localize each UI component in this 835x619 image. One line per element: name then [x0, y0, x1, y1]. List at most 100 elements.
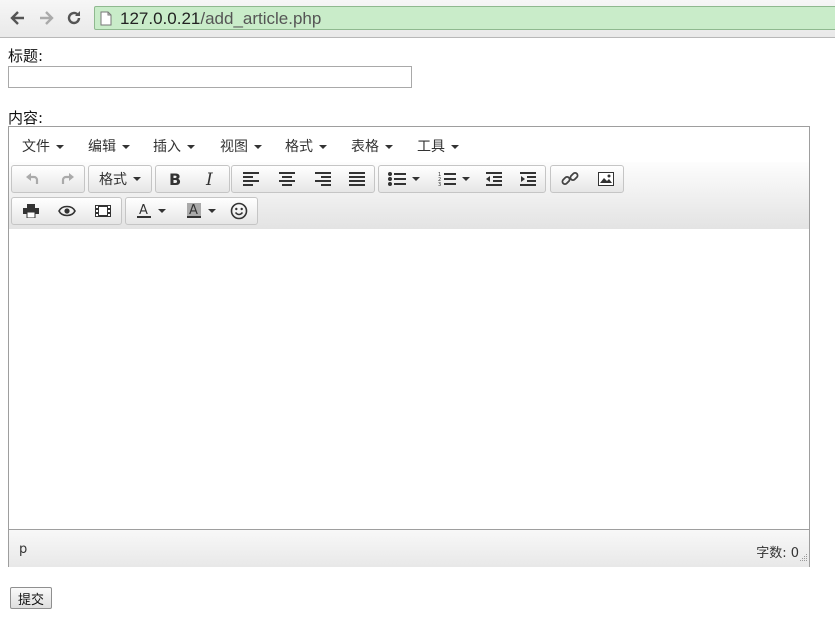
- svg-text:B: B: [169, 171, 181, 187]
- svg-text:I: I: [205, 171, 213, 187]
- menu-file-label: 文件: [22, 139, 50, 155]
- url-text: 127.0.0.21/add_article.php: [120, 9, 321, 29]
- menu-insert-label: 插入: [153, 139, 181, 155]
- chevron-down-icon: [319, 145, 327, 149]
- title-label: 标题:: [8, 47, 44, 65]
- editor-content-area[interactable]: [9, 229, 809, 529]
- url-path: /add_article.php: [200, 9, 322, 28]
- alignment-group: [231, 165, 375, 193]
- undo-button[interactable]: [16, 166, 50, 192]
- menu-table-label: 表格: [351, 139, 379, 155]
- word-count: 字数: 0: [756, 546, 799, 561]
- text-color-button[interactable]: A: [128, 198, 174, 224]
- chevron-down-icon: [56, 145, 64, 149]
- page-icon: [100, 11, 112, 30]
- chevron-down-icon: [254, 145, 262, 149]
- format-dropdown-label: 格式: [99, 172, 127, 188]
- numbered-list-button[interactable]: 123: [431, 166, 477, 192]
- bullet-list-button[interactable]: [381, 166, 427, 192]
- url-host: 127.0.0.21: [120, 9, 201, 28]
- history-group: [11, 165, 85, 193]
- media-button[interactable]: [86, 198, 120, 224]
- link-button[interactable]: [553, 166, 587, 192]
- menu-view[interactable]: 视图: [220, 136, 262, 156]
- menu-tools-label: 工具: [417, 139, 445, 155]
- format-dropdown-button[interactable]: 格式: [89, 166, 151, 192]
- preview-icon: [58, 205, 76, 217]
- back-icon[interactable]: [8, 8, 28, 28]
- bold-button[interactable]: B: [158, 166, 192, 192]
- reload-icon[interactable]: [64, 8, 84, 28]
- view-group: [11, 197, 122, 225]
- numbered-list-icon: 123: [438, 171, 456, 187]
- align-left-icon: [243, 172, 259, 186]
- chevron-down-icon: [208, 209, 216, 213]
- menu-format-label: 格式: [285, 139, 313, 155]
- editor-menubar: 文件 编辑 插入 视图 格式 表格 工具: [9, 127, 809, 163]
- menu-view-label: 视图: [220, 139, 248, 155]
- emoticons-icon: [230, 202, 248, 220]
- image-button[interactable]: [589, 166, 623, 192]
- menu-table[interactable]: 表格: [351, 136, 393, 156]
- menu-format[interactable]: 格式: [285, 136, 327, 156]
- chevron-down-icon: [385, 145, 393, 149]
- chevron-down-icon: [158, 209, 166, 213]
- address-bar[interactable]: 127.0.0.21/add_article.php: [94, 6, 835, 30]
- text-style-group: B I: [155, 165, 230, 193]
- format-dropdown[interactable]: 格式: [88, 165, 152, 193]
- chevron-down-icon: [187, 145, 195, 149]
- italic-button[interactable]: I: [194, 166, 228, 192]
- svg-text:A: A: [189, 203, 198, 218]
- menu-file[interactable]: 文件: [22, 136, 64, 156]
- preview-button[interactable]: [50, 198, 84, 224]
- menu-insert[interactable]: 插入: [153, 136, 195, 156]
- menu-edit[interactable]: 编辑: [88, 136, 130, 156]
- indent-button[interactable]: [511, 166, 545, 192]
- align-center-button[interactable]: [270, 166, 304, 192]
- align-justify-button[interactable]: [340, 166, 374, 192]
- link-icon: [561, 170, 579, 188]
- forward-icon[interactable]: [36, 8, 56, 28]
- bullet-list-icon: [388, 172, 406, 186]
- align-left-button[interactable]: [234, 166, 268, 192]
- editor-statusbar: p 字数: 0: [9, 529, 809, 567]
- insert-group: [550, 165, 624, 193]
- editor-toolbar: 格式 B I 1 2 3 A A: [9, 162, 809, 230]
- align-center-icon: [279, 172, 295, 186]
- indent-icon: [520, 172, 536, 186]
- chevron-down-icon: [412, 177, 420, 181]
- background-color-button[interactable]: A: [178, 198, 224, 224]
- chevron-down-icon: [122, 145, 130, 149]
- text-color-icon: A: [136, 203, 152, 219]
- undo-icon: [25, 171, 41, 187]
- print-button[interactable]: [14, 198, 48, 224]
- outdent-icon: [486, 172, 502, 186]
- align-right-icon: [315, 172, 331, 186]
- svg-text:A: A: [139, 203, 148, 218]
- browser-toolbar: 127.0.0.21/add_article.php: [0, 0, 835, 38]
- outdent-button[interactable]: [477, 166, 511, 192]
- content-label: 内容:: [8, 109, 44, 127]
- image-icon: [598, 172, 614, 186]
- chevron-down-icon: [451, 145, 459, 149]
- element-path[interactable]: p: [19, 542, 27, 557]
- align-justify-icon: [349, 172, 365, 186]
- list-group: 123: [378, 165, 546, 193]
- menu-tools[interactable]: 工具: [417, 136, 459, 156]
- chevron-down-icon: [133, 177, 141, 181]
- background-color-icon: A: [186, 203, 202, 219]
- print-icon: [23, 204, 39, 218]
- menu-edit-label: 编辑: [88, 139, 116, 155]
- title-input[interactable]: [8, 66, 412, 88]
- bold-icon: B: [168, 171, 182, 187]
- redo-button[interactable]: [50, 166, 84, 192]
- emoticons-button[interactable]: [222, 198, 256, 224]
- media-icon: [95, 204, 111, 218]
- chevron-down-icon: [462, 177, 470, 181]
- color-group: A A: [125, 197, 258, 225]
- align-right-button[interactable]: [306, 166, 340, 192]
- submit-button[interactable]: 提交: [10, 587, 53, 609]
- svg-text:3: 3: [438, 182, 441, 187]
- redo-icon: [59, 171, 75, 187]
- resize-handle-icon[interactable]: [799, 550, 808, 566]
